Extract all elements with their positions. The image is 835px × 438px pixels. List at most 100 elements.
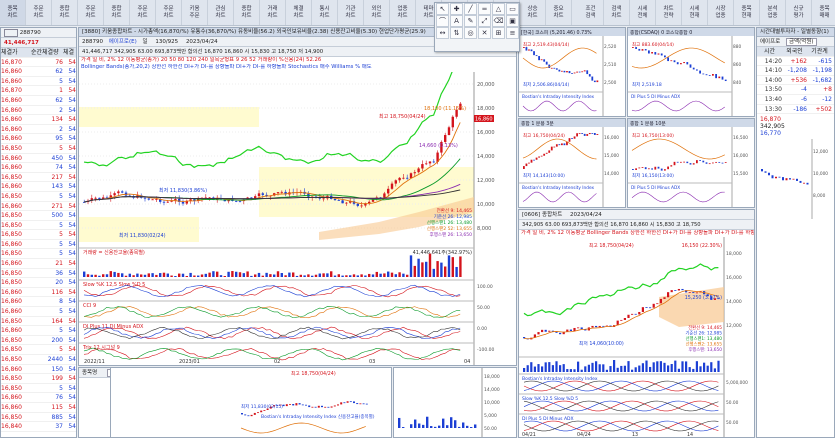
main-price-chart[interactable]: 20,000 18,000 16,000 14,000 12,000 10,000 8,00… xyxy=(79,72,516,365)
table-row[interactable]: 16,860 5 54 xyxy=(1,307,76,317)
draw-tool-14-icon[interactable]: ◎ xyxy=(464,27,477,39)
draw-tool-7-icon[interactable]: A xyxy=(450,15,463,27)
table-row[interactable]: 16,860 116 54 xyxy=(1,288,76,298)
table-row[interactable]: 16,850 5 54 xyxy=(1,345,76,355)
table-row[interactable]: 16,860 62 54 xyxy=(1,96,76,106)
table-row[interactable]: 16,850 200 54 xyxy=(1,336,76,346)
table-row[interactable]: 14:10 -1,208 -1,198 xyxy=(757,66,834,76)
toolbar-right-button-3[interactable]: 차트 전략 xyxy=(656,0,682,25)
table-row[interactable]: 16,860 74 54 xyxy=(1,163,76,173)
toolbar-left-button-9[interactable]: 종합 차트 xyxy=(234,0,260,25)
toolbar-left-button-5[interactable]: 주문 차트 xyxy=(130,0,156,25)
table-row[interactable]: 13:40 -6 -12 xyxy=(757,95,834,105)
toolbar-left-button-11[interactable]: 체결 차트 xyxy=(286,0,312,25)
chart-period[interactable]: 일 xyxy=(143,39,148,45)
toolbar-left-button-20[interactable]: 상승 차트 xyxy=(520,0,546,25)
table-row[interactable]: 16,850 199 54 xyxy=(1,374,76,384)
stock-list-tab[interactable]: 종목명 xyxy=(82,370,97,376)
table-row[interactable]: 16,850 500 54 xyxy=(1,211,76,221)
table-row[interactable]: 14:00 +536 -1,682 xyxy=(757,76,834,86)
draw-tool-17-icon[interactable]: ≡ xyxy=(506,27,519,39)
toolbar-left-button-14[interactable]: 외인 차트 xyxy=(364,0,390,25)
table-row[interactable]: 16,860 76 54 xyxy=(1,393,76,403)
chart-date[interactable]: 2023/04/24 xyxy=(186,39,218,45)
table-row[interactable]: 16,850 5 54 xyxy=(1,249,76,260)
table-row[interactable]: 16,860 2 54 xyxy=(1,106,76,116)
investor-mini-chart[interactable]: 12,000 10,000 8,000 xyxy=(757,139,834,220)
table-row[interactable]: 16,860 450 54 xyxy=(1,154,76,164)
table-row[interactable]: 16,850 217 54 xyxy=(1,173,76,183)
toolbar-right-button-9[interactable]: 종목 매매 xyxy=(812,0,835,25)
draw-tool-15-icon[interactable]: ✕ xyxy=(478,27,491,39)
chart-stock-name[interactable]: 에이프로(E) xyxy=(109,39,137,45)
toolbar-left-button-10[interactable]: 거래 차트 xyxy=(260,0,286,25)
toolbar-left-button-0[interactable]: 종목 차트 xyxy=(0,0,26,25)
toolbar-left-button-15[interactable]: 업종 차트 xyxy=(390,0,416,25)
table-row[interactable]: 16,870 1 54 xyxy=(1,86,76,96)
table-row[interactable]: 16,860 5 54 xyxy=(1,240,76,250)
table-row[interactable]: 16,870 76 54 xyxy=(1,58,76,68)
bottom-price-chart[interactable]: 18,000 16,000 14,000 12,000 최고 18,750(04/24)… xyxy=(519,237,754,437)
toolbar-left-button-8[interactable]: 관심 차트 xyxy=(208,0,234,25)
table-row[interactable]: 16,850 5 54 xyxy=(1,230,76,240)
toolbar-left-button-1[interactable]: 주문 차트 xyxy=(26,0,52,25)
toolbar-left-button-21[interactable]: 중요 차트 xyxy=(546,0,572,25)
stock-code[interactable]: 288790 xyxy=(20,30,41,36)
toolbar-right-button-0[interactable]: 조건 검색 xyxy=(578,0,604,25)
draw-tool-13-icon[interactable]: ⇅ xyxy=(450,27,463,39)
toolbar-left-button-3[interactable]: 주문 차트 xyxy=(78,0,104,25)
draw-tool-16-icon[interactable]: ⊞ xyxy=(492,27,505,39)
toolbar-left-button-13[interactable]: 기관 차트 xyxy=(338,0,364,25)
table-row[interactable]: 16,860 21 54 xyxy=(1,259,76,269)
table-row[interactable]: 16,850 5 54 xyxy=(1,144,76,154)
chart-code[interactable]: 288790 xyxy=(82,39,103,45)
table-row[interactable]: 16,860 143 54 xyxy=(1,182,76,192)
table-row[interactable]: 16,860 95 54 xyxy=(1,134,76,144)
draw-tool-3-icon[interactable]: ═ xyxy=(478,3,491,15)
draw-tool-0-icon[interactable]: ↖ xyxy=(436,3,449,15)
code-menu-icon[interactable] xyxy=(4,28,18,37)
table-row[interactable]: 13:50 -4 +8 xyxy=(757,85,834,95)
table-row[interactable]: 16,850 885 54 xyxy=(1,413,76,423)
table-row[interactable]: 16,850 164 54 xyxy=(1,317,76,327)
toolbar-right-button-5[interactable]: 시장 업종 xyxy=(708,0,734,25)
table-row[interactable]: 16,860 134 54 xyxy=(1,115,76,125)
table-row[interactable]: 16,850 5 54 xyxy=(1,384,76,394)
table-row[interactable]: 16,850 5 54 xyxy=(1,192,76,202)
table-row[interactable]: 16,850 36 54 xyxy=(1,269,76,279)
bottom-mini-svg[interactable]: 최고 18,750(04/24) 최저 11,830(02/15) Bostian'… xyxy=(111,368,391,437)
table-row[interactable]: 16,860 150 54 xyxy=(1,365,76,375)
table-row[interactable]: 16,860 2 54 xyxy=(1,125,76,135)
draw-tool-5-icon[interactable]: ▭ xyxy=(506,3,519,15)
bottom-chart-date[interactable]: 2023/04/24 xyxy=(570,212,602,218)
draw-tool-9-icon[interactable]: ⤢ xyxy=(478,15,491,27)
unit-select[interactable]: 금액(억원) xyxy=(786,38,817,46)
table-row[interactable]: 16,860 8 54 xyxy=(1,297,76,308)
table-row[interactable]: 14:20 +162 -615 xyxy=(757,57,834,67)
toolbar-left-button-4[interactable]: 종합 차트 xyxy=(104,0,130,25)
draw-tool-4-icon[interactable]: △ xyxy=(492,3,505,15)
toolbar-right-button-6[interactable]: 종목 현재 xyxy=(734,0,760,25)
draw-tool-10-icon[interactable]: ⌫ xyxy=(492,15,505,27)
toolbar-left-button-7[interactable]: 키움 주문 xyxy=(182,0,208,25)
table-row[interactable]: 16,860 115 54 xyxy=(1,403,76,413)
table-row[interactable]: 16,850 5 54 xyxy=(1,221,76,231)
draw-tool-12-icon[interactable]: ↔ xyxy=(436,27,449,39)
table-row[interactable]: 16,850 2440 54 xyxy=(1,355,76,365)
table-row[interactable]: 16,840 37 54 xyxy=(1,422,76,432)
toolbar-right-button-8[interactable]: 신규 평가 xyxy=(786,0,812,25)
toolbar-right-button-4[interactable]: 시세 현재 xyxy=(682,0,708,25)
investor-stock[interactable]: 에이프로 xyxy=(760,39,780,45)
toolbar-left-button-2[interactable]: 종합 차트 xyxy=(52,0,78,25)
draw-tool-6-icon[interactable]: ⌒ xyxy=(436,15,449,27)
table-row[interactable]: 16,860 62 54 xyxy=(1,67,76,77)
draw-tool-2-icon[interactable]: ╱ xyxy=(464,3,477,15)
draw-tool-1-icon[interactable]: ✚ xyxy=(450,3,463,15)
table-row[interactable]: 16,860 271 54 xyxy=(1,202,76,212)
draw-tool-8-icon[interactable]: ✎ xyxy=(464,15,477,27)
toolbar-right-button-2[interactable]: 시세 전체 xyxy=(630,0,656,25)
table-row[interactable]: 13:30 -186 +502 xyxy=(757,105,834,115)
table-row[interactable]: 16,860 5 54 xyxy=(1,326,76,336)
toolbar-right-button-7[interactable]: 분석 업종 xyxy=(760,0,786,25)
draw-tool-11-icon[interactable]: ▣ xyxy=(506,15,519,27)
